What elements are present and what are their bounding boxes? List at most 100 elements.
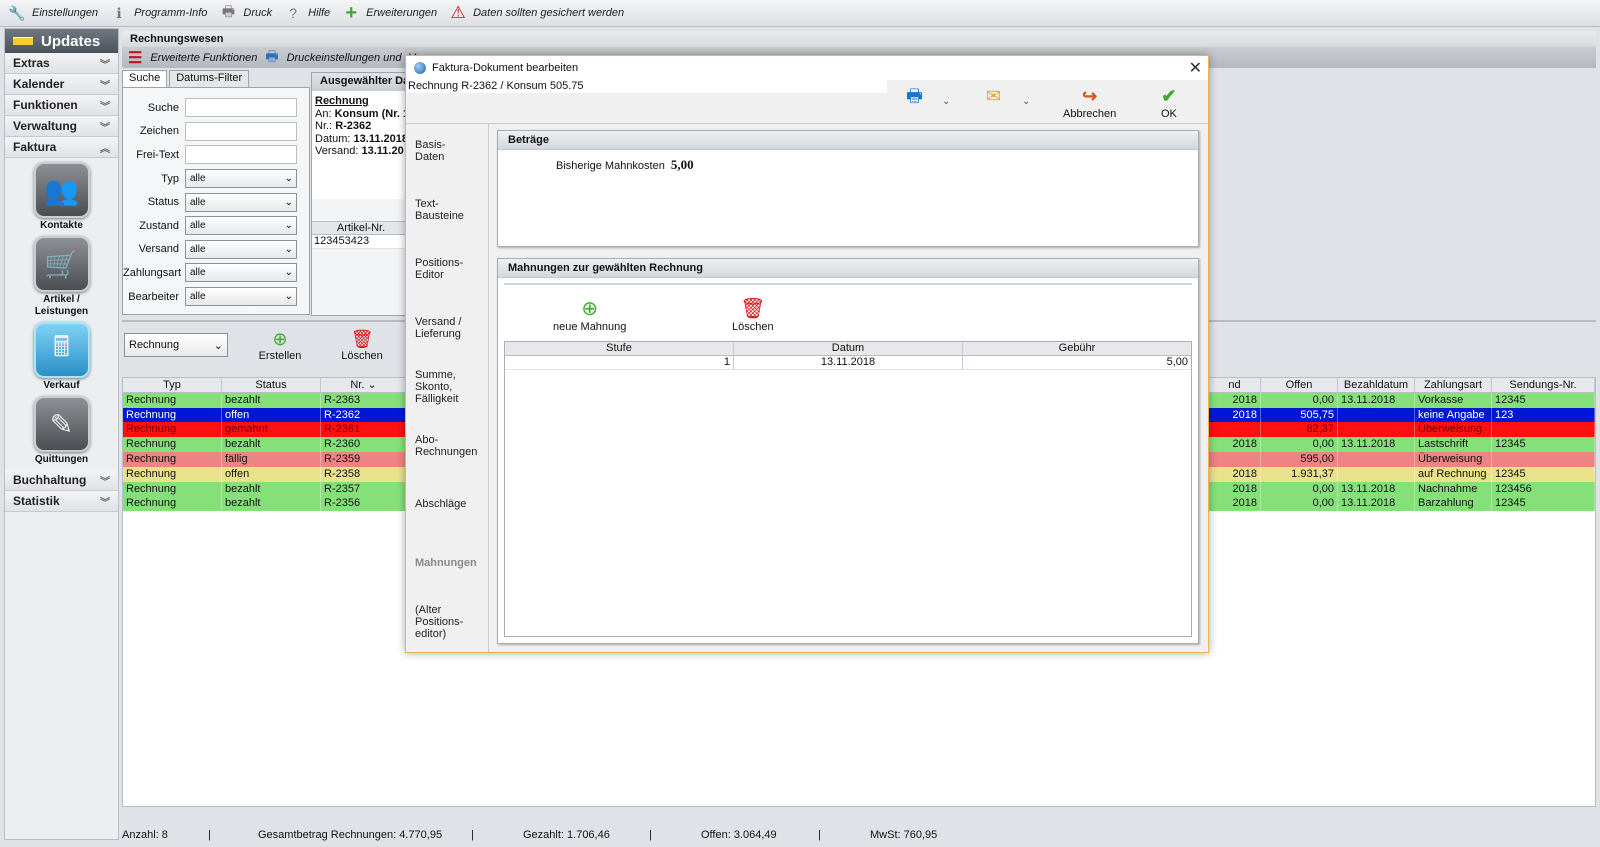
tab-datums-filter[interactable]: Datums-Filter: [169, 70, 250, 87]
cell-bezahldatum: 13.11.2018: [1338, 481, 1415, 497]
col-nr[interactable]: Nr. ⌄: [321, 378, 407, 392]
dialog-titlebar[interactable]: Faktura-Dokument bearbeiten: [406, 56, 1208, 80]
cancel-button[interactable]: ↪ Abbrechen: [1063, 84, 1116, 120]
dunning-table-header: Stufe Datum Gebühr: [505, 342, 1191, 356]
document-type-select[interactable]: Rechnung ⌄: [124, 333, 228, 357]
nav-item-3[interactable]: Versand / Lieferung: [415, 316, 485, 340]
bearbeiter-select[interactable]: alle ⌄: [185, 287, 297, 307]
nav-item-2[interactable]: Positions- Editor: [415, 257, 485, 281]
col-nd[interactable]: nd: [1209, 378, 1261, 392]
zahlungsart-select[interactable]: alle ⌄: [185, 263, 297, 283]
toolbar-backup-warning[interactable]: ⚠ Daten sollten gesichert werden: [449, 3, 624, 22]
cell-typ: Rechnung: [123, 392, 222, 408]
status-paid: Gezahlt: 1.706,46: [523, 829, 610, 841]
status-open: Offen: 3.064,49: [701, 829, 777, 841]
nav-item-6[interactable]: Abschläge: [415, 498, 485, 510]
new-dunning-button[interactable]: ⊕ neue Mahnung: [553, 297, 626, 333]
divider: [504, 283, 1192, 285]
freetext-input[interactable]: [185, 145, 297, 165]
col-offen[interactable]: Offen: [1261, 378, 1338, 392]
col-stufe[interactable]: Stufe: [505, 342, 734, 355]
nav-item-8[interactable]: (Alter Positions- editor): [415, 604, 485, 640]
dunning-costs-value: 5,00: [670, 157, 694, 172]
contacts-icon: 👥: [33, 162, 90, 218]
chevron-down-icon[interactable]: ⌄: [942, 96, 950, 107]
status-separator: |: [649, 829, 652, 841]
close-icon[interactable]: ✕: [1189, 58, 1202, 78]
extended-functions-button[interactable]: Erweiterte Funktionen: [150, 52, 257, 64]
chevron-down-icon[interactable]: ⌄: [1022, 96, 1030, 107]
status-separator: |: [208, 829, 211, 841]
status-count: Anzahl: 8: [122, 829, 168, 841]
chevron-down-icon: ︾: [100, 476, 110, 488]
sign-input[interactable]: [185, 121, 297, 141]
status-select[interactable]: alle ⌄: [185, 192, 297, 212]
print-button[interactable]: 🖶: [906, 84, 923, 108]
delete-dunning-button[interactable]: 🗑 Löschen: [732, 297, 774, 333]
email-button[interactable]: ✉: [986, 84, 1001, 108]
cell-bezahldatum: 13.11.2018: [1338, 496, 1415, 512]
col-status[interactable]: Status: [222, 378, 321, 392]
cell-nr: R-2362: [321, 407, 407, 423]
toolbar-settings[interactable]: 🔧 Einstellungen: [8, 4, 98, 22]
dunning-costs: Bisherige Mahnkosten 5,00: [556, 157, 694, 172]
trash-icon: 🗑: [350, 329, 374, 349]
cell-offen: 595,00: [1261, 452, 1338, 467]
cell-typ: Rechnung: [123, 422, 222, 438]
toolbar-help[interactable]: ? Hilfe: [284, 4, 330, 22]
col-gebuehr[interactable]: Gebühr: [963, 342, 1191, 355]
cell-typ: Rechnung: [123, 452, 222, 467]
col-sendungs-nr[interactable]: Sendungs-Nr.: [1492, 378, 1595, 392]
nav-item-1[interactable]: Text- Bausteine: [415, 198, 485, 222]
module-quittungen[interactable]: ✎ Quittungen: [5, 396, 118, 466]
toolbar-extensions[interactable]: + Erweiterungen: [342, 2, 437, 24]
toolbar-print[interactable]: 🖶 Druck: [219, 3, 272, 22]
printer-settings-icon[interactable]: 🖶: [265, 46, 278, 70]
nav-item-0[interactable]: Basis- Daten: [415, 139, 485, 163]
module-verkauf[interactable]: 🖩 Verkauf: [5, 322, 118, 392]
col-datum[interactable]: Datum: [734, 342, 963, 355]
selected-recipient: Konsum (Nr. 1: [334, 107, 410, 120]
typ-select[interactable]: alle ⌄: [185, 169, 297, 189]
updates-header[interactable]: Updates: [5, 29, 118, 53]
nav-item-5[interactable]: Abo- Rechnungen: [415, 434, 485, 458]
menu-icon[interactable]: ☰: [128, 48, 142, 68]
selected-panel-title: Ausgewählter Da: [312, 73, 410, 91]
sidebar-item-statistik[interactable]: Statistik ︾: [5, 491, 118, 512]
cell-nd: 2018: [1209, 437, 1261, 452]
search-input[interactable]: [185, 98, 297, 118]
envelope-icon: ✉: [986, 86, 1002, 106]
cell-nd: 2018: [1209, 481, 1261, 497]
zustand-select[interactable]: alle ⌄: [185, 216, 297, 236]
sidebar-item-verwaltung[interactable]: Verwaltung ︾: [5, 116, 118, 137]
versand-select[interactable]: alle ⌄: [185, 239, 297, 259]
cell-zahlungsart: Barzahlung: [1415, 496, 1492, 512]
delete-button[interactable]: 🗑 Löschen: [332, 328, 392, 362]
zustand-label: Zustand: [139, 219, 179, 232]
nav-item-4[interactable]: Summe, Skonto, Fälligkeit: [415, 369, 485, 405]
page-title: Rechnungswesen: [122, 31, 1596, 47]
sign-label: Zeichen: [139, 125, 179, 138]
toolbar-program-info[interactable]: ℹ Programm-Info: [110, 4, 207, 22]
module-kontakte[interactable]: 👥 Kontakte: [5, 162, 118, 232]
article-row[interactable]: 123453423: [312, 235, 410, 249]
ok-button[interactable]: ✔ OK: [1161, 84, 1177, 120]
print-settings-button[interactable]: Druckeinstellungen und -V: [287, 52, 416, 64]
sidebar-item-funktionen[interactable]: Funktionen ︾: [5, 95, 118, 116]
tab-suche[interactable]: Suche: [122, 70, 168, 87]
col-zahlungsart[interactable]: Zahlungsart: [1415, 378, 1492, 392]
nav-item-7[interactable]: Mahnungen: [415, 557, 485, 569]
module-artikel[interactable]: 🛒 Artikel / Leistungen: [5, 236, 118, 318]
cell-nd: 2018: [1209, 392, 1261, 408]
col-typ[interactable]: Typ: [123, 378, 222, 392]
dunning-row[interactable]: 1 13.11.2018 5,00: [505, 356, 1191, 370]
col-bezahldatum[interactable]: Bezahldatum: [1338, 378, 1415, 392]
sidebar-item-faktura[interactable]: Faktura ︽: [5, 137, 118, 158]
create-button[interactable]: ⊕ Erstellen: [250, 328, 310, 362]
cell-typ: Rechnung: [123, 481, 222, 497]
sidebar-item-kalender[interactable]: Kalender ︾: [5, 74, 118, 95]
sidebar-item-buchhaltung[interactable]: Buchhaltung ︾: [5, 470, 118, 491]
sidebar-item-extras[interactable]: Extras ︾: [5, 53, 118, 74]
cell-zahlungsart: Überweisung: [1415, 452, 1492, 467]
cell-status: gemahnt: [222, 422, 321, 438]
